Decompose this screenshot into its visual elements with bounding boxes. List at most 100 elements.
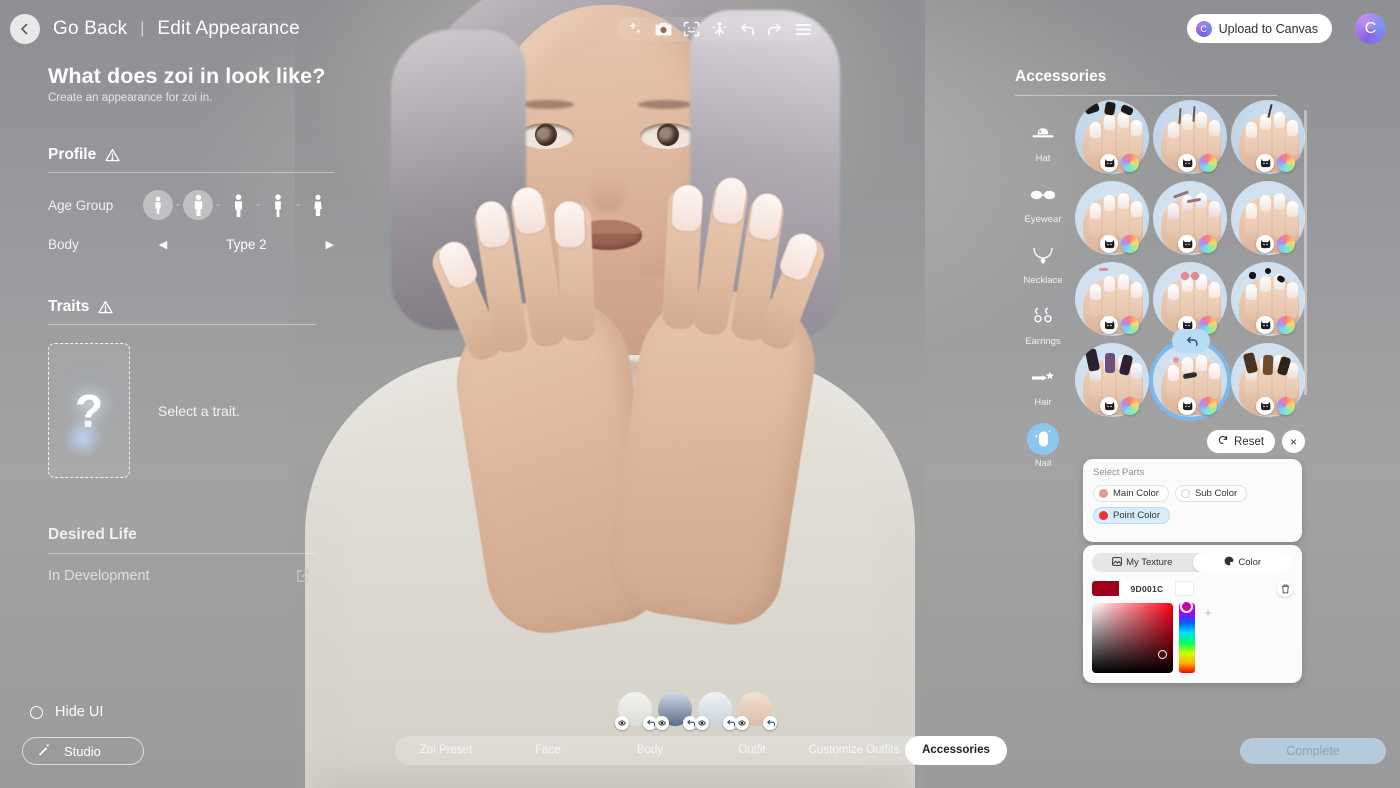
pose-icon[interactable] bbox=[710, 20, 728, 38]
saturation-value-area[interactable] bbox=[1092, 603, 1173, 673]
sidebar-item-necklace[interactable]: Necklace bbox=[1022, 240, 1064, 286]
item-color-badge[interactable] bbox=[1277, 235, 1295, 253]
back-arrow-icon[interactable] bbox=[10, 14, 40, 44]
equipped-shoes-visibility-icon[interactable] bbox=[695, 716, 709, 730]
tab-face[interactable]: Face bbox=[497, 744, 599, 757]
nail-item-7[interactable] bbox=[1075, 262, 1149, 336]
hex-value[interactable]: 9D001C bbox=[1119, 581, 1175, 596]
item-sticker-badge[interactable] bbox=[1100, 235, 1118, 253]
sidebar-item-hair[interactable]: Hair bbox=[1022, 362, 1064, 408]
body-next-button[interactable]: ▶ bbox=[326, 238, 334, 251]
sidebar-item-hat[interactable]: Hat bbox=[1022, 118, 1064, 164]
item-sticker-badge[interactable] bbox=[1256, 235, 1274, 253]
equipped-nails-visibility-icon[interactable] bbox=[735, 716, 749, 730]
tab-outfit[interactable]: Outfit bbox=[701, 744, 803, 757]
nail-item-5[interactable] bbox=[1153, 181, 1227, 255]
white-color-swatch[interactable] bbox=[1175, 581, 1194, 596]
edit-icon[interactable] bbox=[296, 569, 310, 583]
age-option-2[interactable] bbox=[222, 189, 254, 221]
trash-icon[interactable] bbox=[1277, 581, 1293, 597]
reset-button[interactable]: Reset bbox=[1207, 430, 1275, 453]
tab-body[interactable]: Body bbox=[599, 744, 701, 757]
age-option-3[interactable] bbox=[262, 189, 294, 221]
tab-color[interactable]: Color bbox=[1193, 553, 1294, 572]
item-color-badge[interactable] bbox=[1199, 397, 1217, 415]
studio-button[interactable]: Studio bbox=[22, 737, 144, 765]
item-sticker-badge[interactable] bbox=[1100, 316, 1118, 334]
hue-slider[interactable] bbox=[1179, 603, 1195, 673]
item-color-badge[interactable] bbox=[1199, 154, 1217, 172]
item-undo-badge[interactable] bbox=[1172, 329, 1210, 353]
nail-item-10[interactable] bbox=[1075, 343, 1149, 417]
item-color-badge[interactable] bbox=[1277, 316, 1295, 334]
close-button[interactable]: × bbox=[1282, 430, 1305, 453]
item-sticker-badge[interactable] bbox=[1100, 154, 1118, 172]
item-color-badge[interactable] bbox=[1121, 154, 1139, 172]
age-option-4[interactable] bbox=[302, 189, 334, 221]
item-sticker-badge[interactable] bbox=[1256, 154, 1274, 172]
item-color-badge[interactable] bbox=[1121, 235, 1139, 253]
item-color-badge[interactable] bbox=[1121, 397, 1139, 415]
item-color-badge[interactable] bbox=[1121, 316, 1139, 334]
age-option-1[interactable] bbox=[182, 189, 214, 221]
item-sticker-badge[interactable] bbox=[1178, 235, 1196, 253]
hide-ui-radio[interactable] bbox=[30, 706, 43, 719]
tab-accessories[interactable]: Accessories bbox=[905, 736, 1007, 765]
tab-zoi-preset[interactable]: Zoi Preset bbox=[395, 744, 497, 757]
part-chip-point-color[interactable]: Point Color bbox=[1093, 507, 1170, 524]
current-color-swatch[interactable] bbox=[1092, 581, 1119, 596]
sv-selector-knob[interactable] bbox=[1158, 650, 1167, 659]
tab-my-texture[interactable]: My Texture bbox=[1092, 553, 1193, 572]
nail-item-3[interactable] bbox=[1231, 100, 1305, 174]
age-group-selector[interactable]: - - - - bbox=[142, 189, 334, 221]
equipped-nails[interactable] bbox=[738, 692, 772, 726]
nail-item-9[interactable] bbox=[1231, 262, 1305, 336]
item-sticker-badge[interactable] bbox=[1178, 397, 1196, 415]
item-sticker-badge[interactable] bbox=[1256, 316, 1274, 334]
sidebar-item-eyewear[interactable]: Eyewear bbox=[1022, 179, 1064, 225]
camera-icon[interactable] bbox=[654, 20, 672, 38]
sidebar-item-earrings[interactable]: Earrings bbox=[1022, 301, 1064, 347]
item-color-badge[interactable] bbox=[1277, 154, 1295, 172]
redo-icon[interactable] bbox=[766, 20, 784, 38]
accessory-grid-scrollbar[interactable] bbox=[1304, 110, 1307, 395]
nail-item-2[interactable] bbox=[1153, 100, 1227, 174]
tab-customize-outfits[interactable]: Customize Outfits bbox=[803, 744, 905, 757]
undo-icon[interactable] bbox=[738, 20, 756, 38]
nail-item-1[interactable] bbox=[1075, 100, 1149, 174]
nail-item-6[interactable] bbox=[1231, 181, 1305, 255]
item-color-badge[interactable] bbox=[1199, 235, 1217, 253]
age-option-0[interactable] bbox=[142, 189, 174, 221]
nail-item-12[interactable] bbox=[1231, 343, 1305, 417]
part-chip-sub-color[interactable]: Sub Color bbox=[1175, 485, 1247, 502]
go-back-button[interactable]: Go Back | Edit Appearance bbox=[10, 14, 300, 44]
equipped-shoes[interactable] bbox=[698, 692, 732, 726]
hue-selector-knob[interactable] bbox=[1180, 600, 1193, 613]
part-chip-main-color[interactable]: Main Color bbox=[1093, 485, 1169, 502]
hide-ui-toggle[interactable]: Hide UI bbox=[30, 704, 103, 720]
nail-item-4[interactable] bbox=[1075, 181, 1149, 255]
add-swatch-button[interactable]: + bbox=[1201, 605, 1215, 619]
body-stepper[interactable]: ◀ Type 2 ▶ bbox=[159, 237, 334, 252]
item-sticker-badge[interactable] bbox=[1100, 397, 1118, 415]
complete-button[interactable]: Complete bbox=[1240, 738, 1386, 764]
item-sticker-badge[interactable] bbox=[1178, 154, 1196, 172]
equipped-top-visibility-icon[interactable] bbox=[615, 716, 629, 730]
equipped-pants[interactable] bbox=[658, 692, 692, 726]
item-sticker-badge[interactable] bbox=[1256, 397, 1274, 415]
sidebar-item-nail[interactable]: Nail bbox=[1022, 423, 1064, 469]
upload-to-canvas-button[interactable]: C Upload to Canvas bbox=[1187, 14, 1332, 43]
equipped-top[interactable] bbox=[618, 692, 652, 726]
nail-item-8[interactable] bbox=[1153, 262, 1227, 336]
sparkle-icon[interactable] bbox=[626, 20, 644, 38]
body-prev-button[interactable]: ◀ bbox=[159, 238, 167, 251]
equipped-pants-visibility-icon[interactable] bbox=[655, 716, 669, 730]
desired-life-row[interactable]: In Development bbox=[48, 568, 310, 584]
equipped-nails-undo-icon[interactable] bbox=[763, 716, 777, 730]
face-scan-icon[interactable] bbox=[682, 20, 700, 38]
nail-item-11[interactable] bbox=[1153, 343, 1227, 417]
menu-icon[interactable] bbox=[794, 20, 812, 38]
canvas-account-icon[interactable]: C bbox=[1355, 13, 1386, 44]
trait-add-slot[interactable]: ? bbox=[48, 343, 130, 478]
item-color-badge[interactable] bbox=[1277, 397, 1295, 415]
